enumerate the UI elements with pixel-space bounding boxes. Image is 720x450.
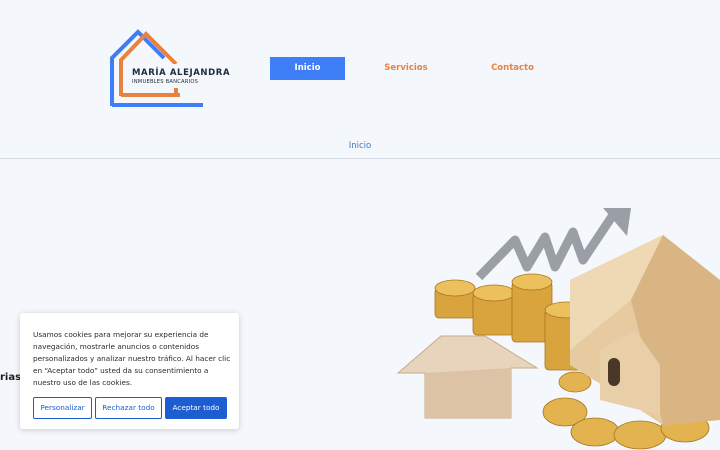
cookie-customize-button[interactable]: Personalizar bbox=[33, 397, 92, 419]
nav-contacto[interactable]: Contacto bbox=[480, 57, 545, 80]
main-nav: Inicio Servicios Contacto bbox=[0, 57, 720, 80]
breadcrumb[interactable]: Inicio bbox=[0, 141, 720, 151]
hero-heading-fragment: rias bbox=[0, 372, 22, 383]
nav-inicio[interactable]: Inicio bbox=[270, 57, 345, 80]
nav-servicios[interactable]: Servicios bbox=[372, 57, 440, 80]
hero-house-coins-image bbox=[396, 208, 720, 450]
cookie-accept-button[interactable]: Aceptar todo bbox=[165, 397, 227, 419]
header-divider bbox=[0, 158, 720, 159]
cookie-message: Usamos cookies para mejorar su experienc… bbox=[33, 330, 231, 387]
cookie-reject-button[interactable]: Rechazar todo bbox=[95, 397, 162, 419]
cookie-consent-banner: Usamos cookies para mejorar su experienc… bbox=[20, 313, 239, 429]
